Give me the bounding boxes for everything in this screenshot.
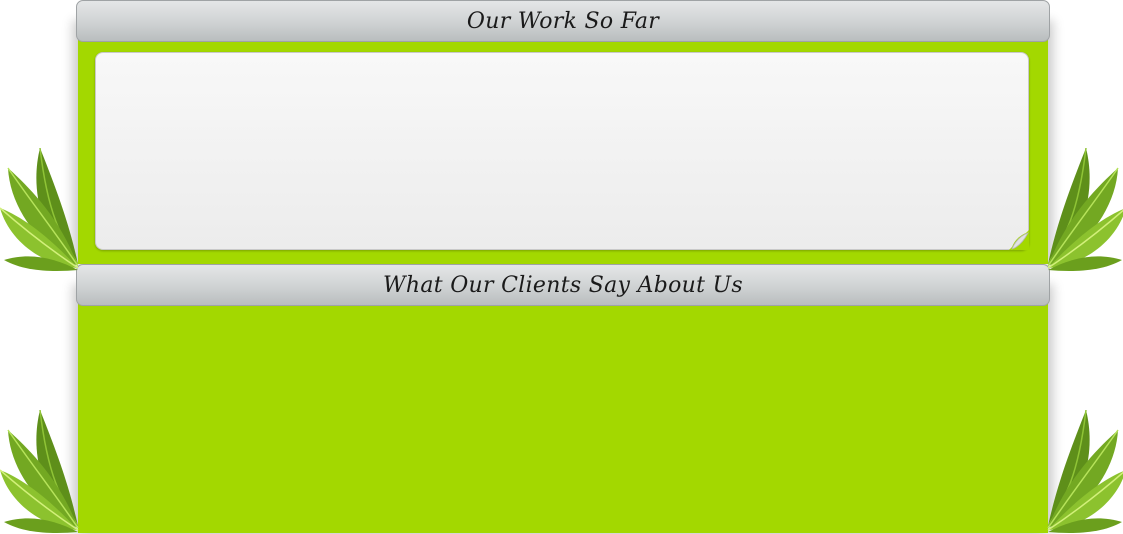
section-title: What Our Clients Say About Us [382, 273, 744, 298]
page: Our Work So Far What Our Clients Say Abo… [0, 0, 1123, 534]
section-title: Our Work So Far [466, 9, 660, 34]
leaf-cluster-icon [1047, 148, 1123, 271]
leaf-cluster-icon [0, 148, 79, 271]
section-our-work: Our Work So Far [76, 0, 1050, 264]
work-content-panel [95, 52, 1029, 250]
leaf-cluster-icon [0, 410, 79, 533]
section-clients-say: What Our Clients Say About Us [76, 264, 1050, 533]
leaf-cluster-icon [1047, 410, 1123, 533]
section-body [78, 284, 1048, 533]
section-header: Our Work So Far [76, 0, 1050, 42]
section-header: What Our Clients Say About Us [76, 264, 1050, 306]
page-curl-icon [1009, 230, 1029, 250]
